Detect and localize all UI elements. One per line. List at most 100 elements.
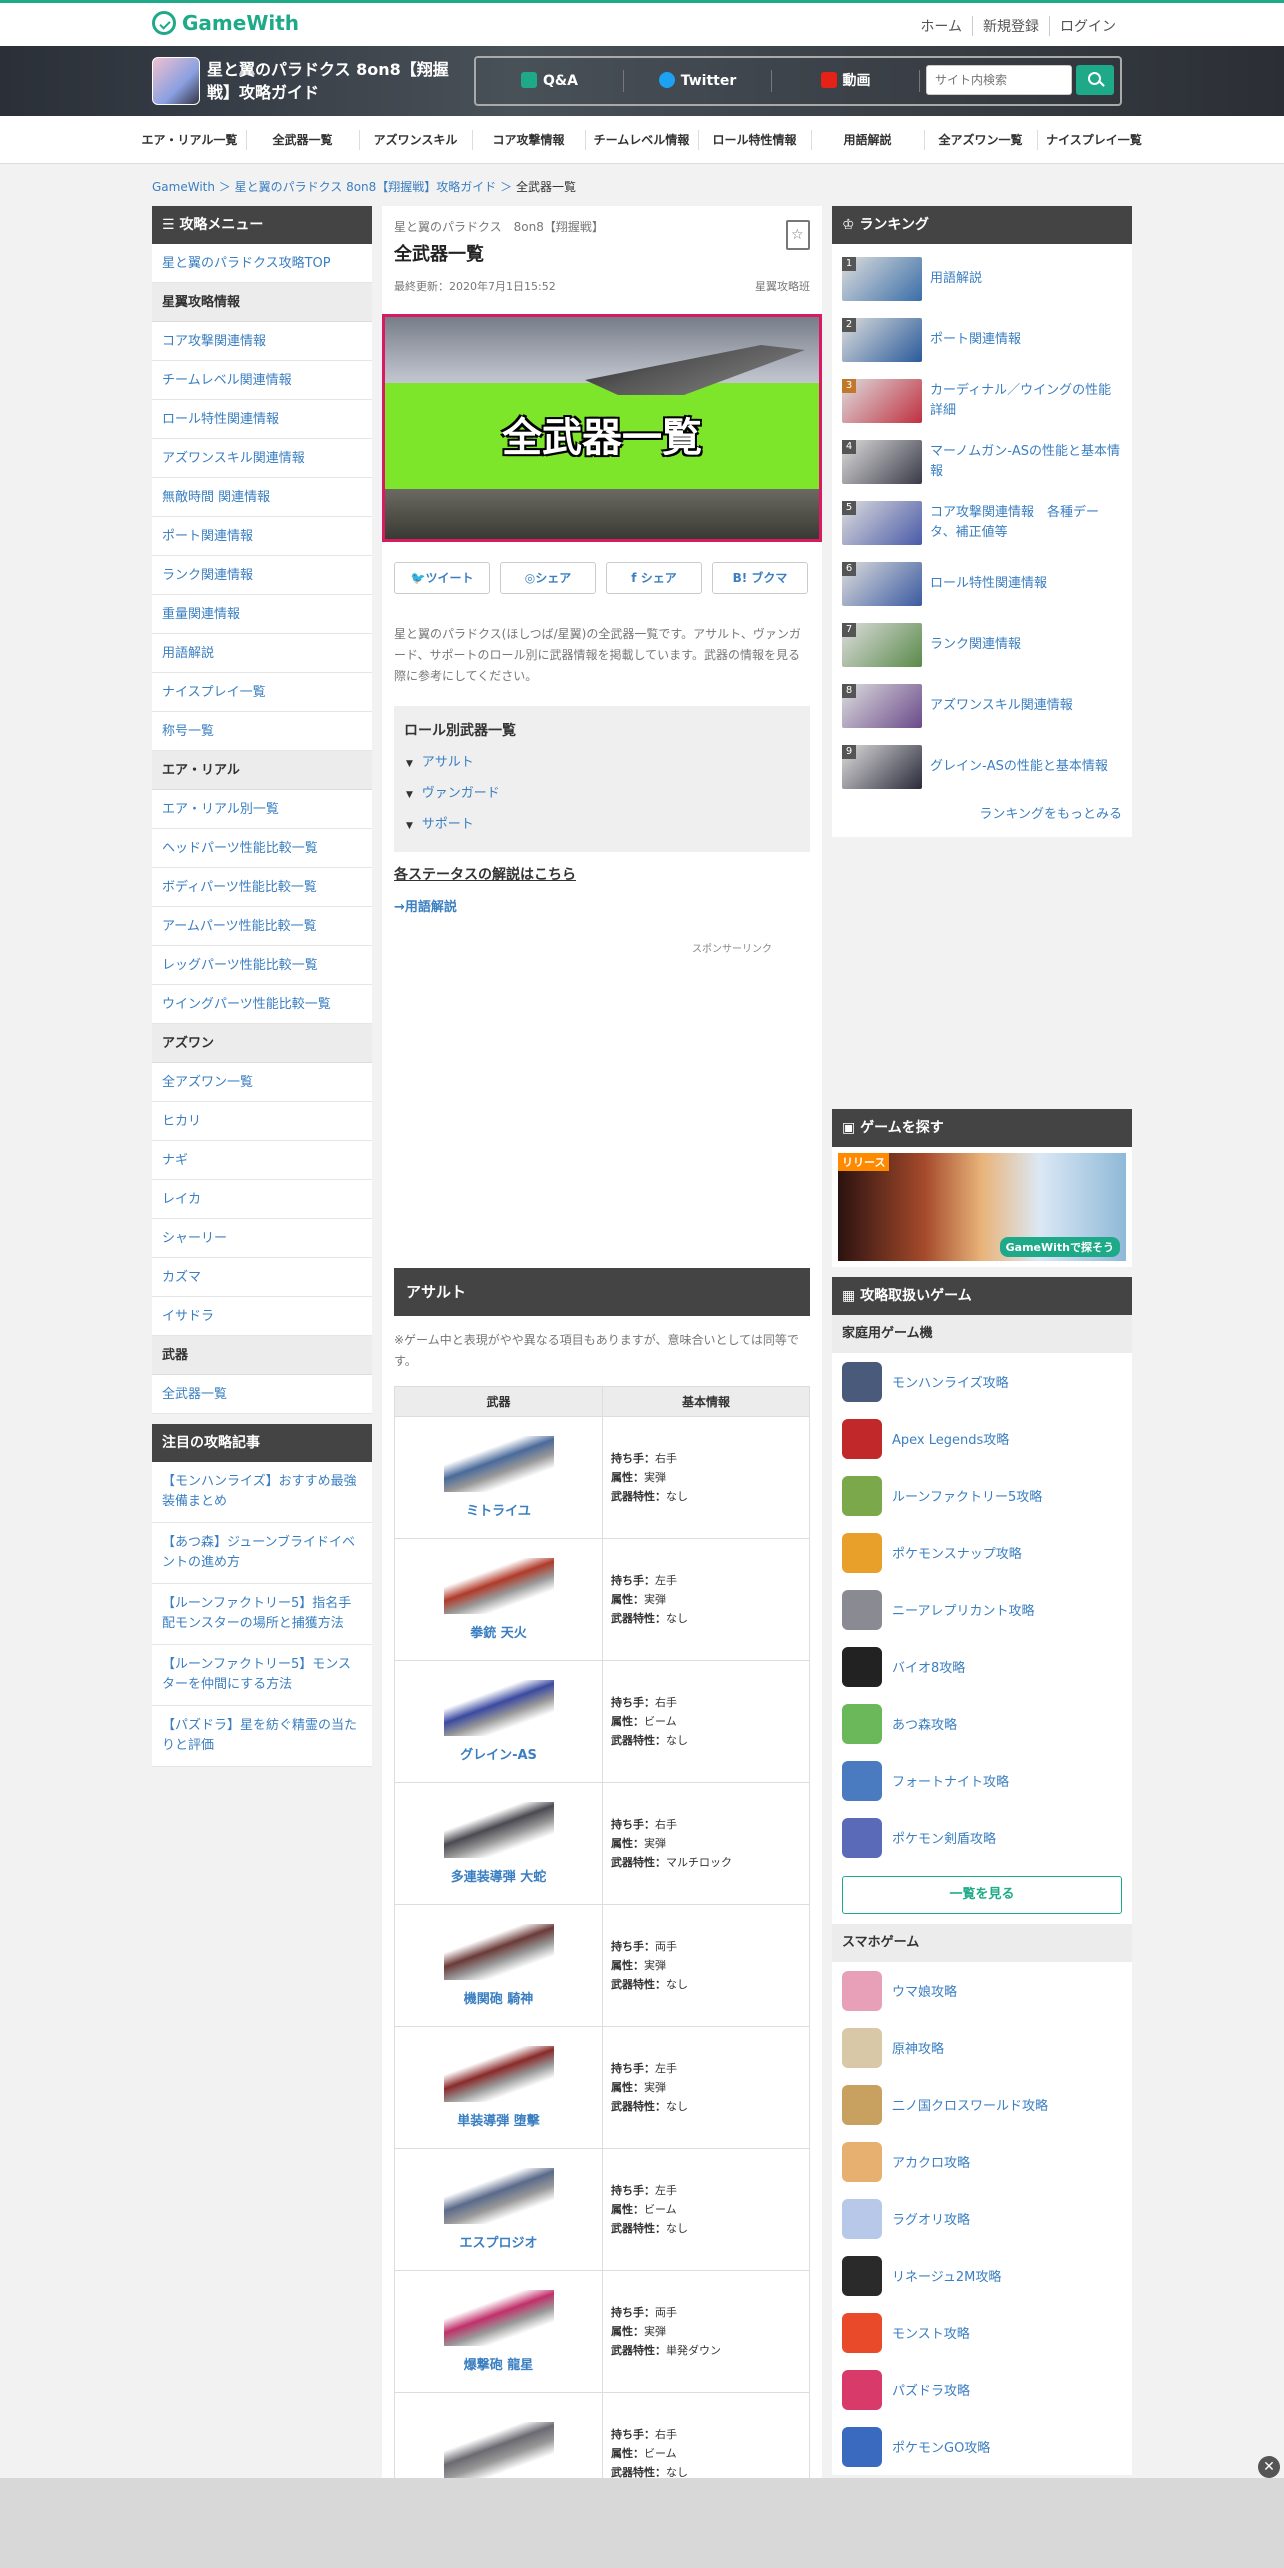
status-explanation-link[interactable]: 各ステータスの解説はこちら [394, 864, 576, 884]
weapon-name-link[interactable]: 拳銃 天火 [395, 1622, 602, 1641]
menubar-item[interactable]: ロール特性情報 [699, 129, 812, 150]
game-link[interactable]: パズドラ攻略 [892, 2380, 970, 2399]
menu-item[interactable]: 用語解説 [152, 634, 372, 673]
game-list-item[interactable]: ニーアレプリカント攻略 [832, 1581, 1132, 1638]
ranking-title[interactable]: ロール特性関連情報 [930, 574, 1047, 594]
twitter-nav-button[interactable]: Twitter [624, 70, 772, 92]
menu-item[interactable]: イサドラ [152, 1297, 372, 1336]
game-list-item[interactable]: ポケモン剣盾攻略 [832, 1809, 1132, 1866]
toc-item[interactable]: ヴァンガード [404, 779, 800, 810]
featured-article-link[interactable]: 【ルーンファクトリー5】モンスターを仲間にする方法 [152, 1645, 372, 1706]
game-link[interactable]: リネージュ2M攻略 [892, 2266, 1001, 2285]
login-link[interactable]: ログイン [1049, 16, 1126, 36]
ranking-item[interactable]: 7 ランク関連情報 [842, 614, 1122, 675]
game-list-item[interactable]: ポケモンGO攻略 [832, 2418, 1132, 2475]
menu-item[interactable]: ヒカリ [152, 1102, 372, 1141]
ranking-title[interactable]: グレイン-ASの性能と基本情報 [930, 757, 1108, 777]
game-search-banner[interactable]: リリース GameWithで探そう [832, 1147, 1132, 1267]
menu-item[interactable]: カズマ [152, 1258, 372, 1297]
qa-nav-button[interactable]: Q&A [476, 70, 624, 92]
game-link[interactable]: モンスト攻略 [892, 2323, 970, 2342]
menubar-item[interactable]: エア・リアル一覧 [134, 129, 247, 150]
weapon-name-link[interactable]: 機関砲 騎神 [395, 1988, 602, 2007]
hatena-bookmark-button[interactable]: B! ブクマ [712, 562, 808, 594]
weapon-name-link[interactable]: エスプロジオ [395, 2232, 602, 2251]
game-list-item[interactable]: モンスト攻略 [832, 2304, 1132, 2361]
ranking-title[interactable]: コア攻撃関連情報 各種データ、補正値等 [930, 503, 1122, 543]
game-link[interactable]: ルーンファクトリー5攻略 [892, 1486, 1042, 1505]
gamewith-logo[interactable]: GameWith [152, 11, 299, 35]
game-list-item[interactable]: リネージュ2M攻略 [832, 2247, 1132, 2304]
game-list-item[interactable]: バイオ8攻略 [832, 1638, 1132, 1695]
ranking-item[interactable]: 9 グレイン-ASの性能と基本情報 [842, 736, 1122, 797]
menu-item[interactable]: ボディパーツ性能比較一覧 [152, 868, 372, 907]
bookmark-icon[interactable] [786, 220, 810, 250]
menubar-item[interactable]: アズワンスキル [360, 129, 473, 150]
game-list-item[interactable]: パズドラ攻略 [832, 2361, 1132, 2418]
ranking-item[interactable]: 1 用語解説 [842, 248, 1122, 309]
game-link[interactable]: ポケモン剣盾攻略 [892, 1828, 996, 1847]
game-link[interactable]: ポケモンスナップ攻略 [892, 1543, 1022, 1562]
menu-item[interactable]: レイカ [152, 1180, 372, 1219]
menu-item[interactable]: ロール特性関連情報 [152, 400, 372, 439]
line-share-button[interactable]: ◎シェア [500, 562, 596, 594]
weapon-name-link[interactable]: 単装導弾 堕擊 [395, 2110, 602, 2129]
ranking-title[interactable]: ポート関連情報 [930, 330, 1021, 350]
game-link[interactable]: アカクロ攻略 [892, 2152, 970, 2171]
ranking-item[interactable]: 2 ポート関連情報 [842, 309, 1122, 370]
menubar-item[interactable]: 全アズワン一覧 [925, 129, 1038, 150]
game-link[interactable]: ウマ娘攻略 [892, 1981, 957, 2000]
tweet-button[interactable]: 🐦ツイート [394, 562, 490, 594]
game-link[interactable]: ラグオリ攻略 [892, 2209, 970, 2228]
ranking-title[interactable]: カーディナル／ウイングの性能詳細 [930, 381, 1122, 421]
game-icon[interactable] [152, 57, 200, 105]
game-list-item[interactable]: 二ノ国クロスワールド攻略 [832, 2076, 1132, 2133]
game-list-item[interactable]: ルーンファクトリー5攻略 [832, 1467, 1132, 1524]
search-input[interactable] [926, 65, 1072, 95]
menubar-item[interactable]: 用語解説 [812, 129, 925, 150]
game-list-item[interactable]: Apex Legends攻略 [832, 1410, 1132, 1467]
menu-item[interactable]: 星と翼のパラドクス攻略TOP [152, 244, 372, 283]
menu-item[interactable]: 重量関連情報 [152, 595, 372, 634]
game-link[interactable]: フォートナイト攻略 [892, 1771, 1009, 1790]
weapon-name-link[interactable]: ミトライユ [395, 1500, 602, 1519]
toc-item[interactable]: アサルト [404, 748, 800, 779]
menu-item[interactable]: エア・リアル別一覧 [152, 790, 372, 829]
game-link[interactable]: 二ノ国クロスワールド攻略 [892, 2095, 1048, 2114]
terms-link[interactable]: →用語解説 [394, 896, 457, 915]
menu-item[interactable]: アームパーツ性能比較一覧 [152, 907, 372, 946]
game-link[interactable]: 原神攻略 [892, 2038, 944, 2057]
game-list-item[interactable]: ウマ娘攻略 [832, 1962, 1132, 2019]
menubar-item[interactable]: 全武器一覧 [247, 129, 360, 150]
game-list-item[interactable]: フォートナイト攻略 [832, 1752, 1132, 1809]
facebook-share-button[interactable]: f シェア [606, 562, 702, 594]
featured-article-link[interactable]: 【パズドラ】星を紡ぐ精霊の当たりと評価 [152, 1706, 372, 1767]
weapon-name-link[interactable]: 爆撃砲 龍星 [395, 2354, 602, 2373]
game-link[interactable]: ニーアレプリカント攻略 [892, 1600, 1034, 1619]
game-list-item[interactable]: アカクロ攻略 [832, 2133, 1132, 2190]
menu-item[interactable]: 無敵時間 関連情報 [152, 478, 372, 517]
search-button[interactable] [1076, 65, 1114, 95]
weapon-name-link[interactable]: 多連装導弾 大蛇 [395, 1866, 602, 1885]
ranking-item[interactable]: 4 マーノムガン-ASの性能と基本情報 [842, 431, 1122, 492]
featured-article-link[interactable]: 【ルーンファクトリー5】指名手配モンスターの場所と捕獲方法 [152, 1584, 372, 1645]
ranking-title[interactable]: 用語解説 [930, 269, 982, 289]
menubar-item[interactable]: チームレベル情報 [586, 129, 699, 150]
weapon-name-link[interactable]: グレイン-AS [395, 1744, 602, 1763]
game-title[interactable]: 星と翼のパラドクス 8on8【翔握戦】攻略ガイド [207, 58, 457, 104]
ranking-title[interactable]: アズワンスキル関連情報 [930, 696, 1073, 716]
featured-article-link[interactable]: 【あつ森】ジューンブライドイベントの進め方 [152, 1523, 372, 1584]
close-icon[interactable]: ✕ [1258, 2456, 1280, 2478]
see-all-button[interactable]: 一覧を見る [842, 1876, 1122, 1914]
menu-item[interactable]: 称号一覧 [152, 712, 372, 751]
game-list-item[interactable]: ポケモンスナップ攻略 [832, 1524, 1132, 1581]
menu-item[interactable]: チームレベル関連情報 [152, 361, 372, 400]
game-list-item[interactable]: ラグオリ攻略 [832, 2190, 1132, 2247]
breadcrumb-guide[interactable]: 星と翼のパラドクス 8on8【翔握戦】攻略ガイド [235, 180, 497, 194]
menubar-item[interactable]: コア攻撃情報 [473, 129, 586, 150]
menu-item[interactable]: コア攻撃関連情報 [152, 322, 372, 361]
menu-item[interactable]: ナイスプレイ一覧 [152, 673, 372, 712]
game-link[interactable]: モンハンライズ攻略 [892, 1372, 1009, 1391]
menu-item[interactable]: アズワンスキル関連情報 [152, 439, 372, 478]
ranking-item[interactable]: 8 アズワンスキル関連情報 [842, 675, 1122, 736]
